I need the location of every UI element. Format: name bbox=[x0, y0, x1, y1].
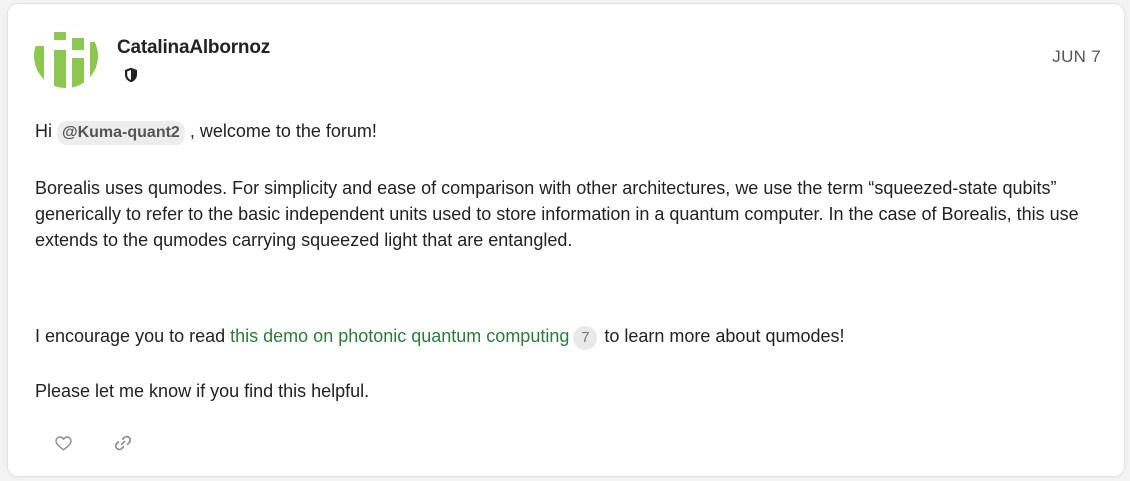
demo-link[interactable]: this demo on photonic quantum computing bbox=[230, 326, 569, 346]
greeting-text: Hi bbox=[35, 121, 57, 141]
link-click-count: 7 bbox=[573, 326, 598, 350]
demo-paragraph: I encourage you to read this demo on pho… bbox=[35, 323, 845, 350]
post-date[interactable]: JUN 7 bbox=[1052, 47, 1101, 67]
shield-icon[interactable] bbox=[124, 67, 138, 83]
avatar[interactable] bbox=[34, 24, 98, 88]
user-mention[interactable]: @Kuma-quant2 bbox=[57, 121, 185, 145]
greeting-paragraph: Hi @Kuma-quant2 , welcome to the forum! bbox=[35, 118, 377, 145]
heart-icon bbox=[54, 435, 72, 450]
post-card: CatalinaAlbornoz JUN 7 Hi @Kuma-quant2 ,… bbox=[8, 4, 1124, 476]
greeting-text-end: , welcome to the forum! bbox=[184, 121, 377, 141]
explanation-paragraph: Borealis uses qumodes. For simplicity an… bbox=[35, 178, 1079, 250]
avatar-pattern-icon bbox=[34, 24, 98, 88]
like-button[interactable] bbox=[52, 432, 74, 454]
closing-paragraph: Please let me know if you find this help… bbox=[35, 381, 370, 401]
share-link-button[interactable] bbox=[112, 432, 134, 454]
demo-text-start: I encourage you to read bbox=[35, 326, 231, 346]
username[interactable]: CatalinaAlbornoz bbox=[117, 37, 270, 59]
link-icon bbox=[114, 435, 132, 451]
demo-text-end: to learn more about qumodes! bbox=[599, 326, 845, 346]
